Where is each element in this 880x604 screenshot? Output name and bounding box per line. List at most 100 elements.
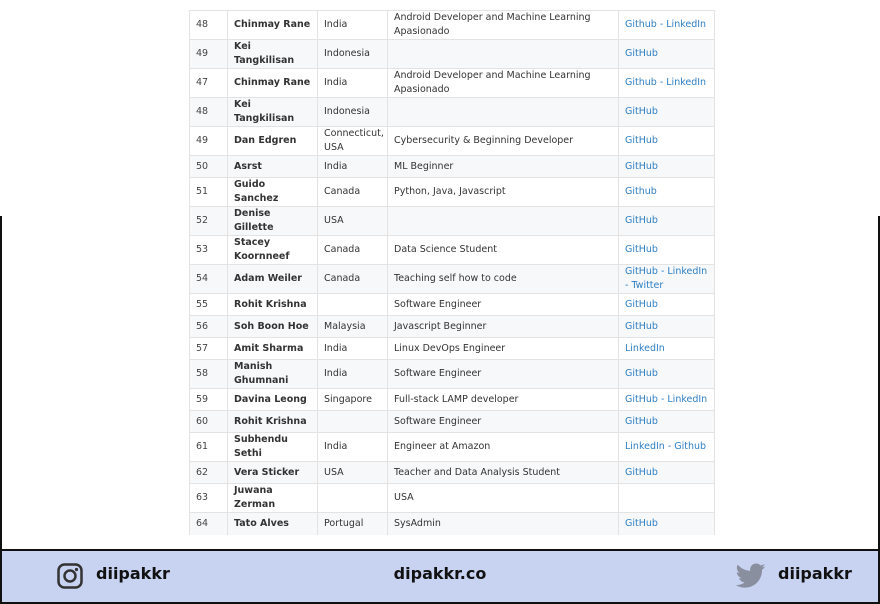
footer-banner: diipakkr dipakkr.co diipakkr [0,549,880,604]
contributor-description: Data Science Student [387,235,619,265]
table-row: 49 Dan Edgren Connecticut, USA Cybersecurit… [189,126,715,156]
contributor-links[interactable]: GitHub [618,410,715,433]
contributor-name: Dan Edgren [227,126,318,156]
contributor-links[interactable]: LinkedIn - Github [618,432,715,462]
twitter-icon[interactable] [736,563,766,589]
contributor-links[interactable]: GitHub - LinkedIn - Twitter [618,264,715,294]
contributor-location: India [317,432,388,462]
table-row: 55 Rohit Krishna Software Engineer GitHub [189,293,715,316]
contributor-name: Kei Tangkilisan [227,39,318,69]
contributor-location: Canada [317,235,388,265]
contributor-name: Soh Boon Hoe [227,315,318,338]
contributor-name: Kei Tangkilisan [227,97,318,127]
contributor-name: Davina Leong [227,388,318,411]
contributor-location [317,483,388,513]
contributor-links[interactable]: GitHub [618,97,715,127]
contributor-links[interactable]: GitHub [618,126,715,156]
table-row: 56 Soh Boon Hoe Malaysia Javascript Beginne… [189,315,715,338]
contributor-description: Software Engineer [387,410,619,433]
contributor-location: USA [317,461,388,484]
contributor-location: India [317,155,388,178]
contributor-location [317,410,388,433]
frame-left-border [0,216,2,550]
table-row: 60 Rohit Krishna Software Engineer GitHub [189,410,715,433]
table-row: 58 Manish Ghumnani India Software Engineer G… [189,359,715,389]
contributor-name: Rohit Krishna [227,293,318,316]
contributor-description [387,97,619,127]
contributor-links[interactable]: Github [618,177,715,207]
contributor-links[interactable]: Github - LinkedIn [618,68,715,98]
contributor-name: Subhendu Sethi [227,432,318,462]
table-row: 63 Juwana Zerman USA [189,483,715,513]
row-number: 56 [189,315,228,338]
contributor-location: India [317,10,388,40]
contributor-links[interactable]: GitHub [618,206,715,236]
contributor-description: Python, Java, Javascript [387,177,619,207]
contributor-location: India [317,359,388,389]
contributor-location: Canada [317,264,388,294]
table-row: 47 Chinmay Rane India Android Developer and… [189,68,715,98]
row-number: 48 [189,97,228,127]
contributor-name: Guido Sanchez [227,177,318,207]
table-row: 52 Denise Gillette USA GitHub [189,206,715,236]
contributor-description: Android Developer and Machine Learning A… [387,68,619,98]
contributor-description: Software Engineer [387,293,619,316]
contributor-name: Manish Ghumnani [227,359,318,389]
contributor-links[interactable]: GitHub [618,359,715,389]
contributor-name: Adam Weiler [227,264,318,294]
row-number: 53 [189,235,228,265]
contributor-description: Engineer at Amazon [387,432,619,462]
table-row: 54 Adam Weiler Canada Teaching self how to … [189,264,715,294]
row-number: 58 [189,359,228,389]
contributor-location: Portugal [317,512,388,535]
contributor-links[interactable]: GitHub - LinkedIn [618,388,715,411]
row-number: 54 [189,264,228,294]
contributor-name: Chinmay Rane [227,10,318,40]
table-row: 61 Subhendu Sethi India Engineer at Amazon L… [189,432,715,462]
table-row: 48 Kei Tangkilisan Indonesia GitHub [189,97,715,127]
contributor-description: Android Developer and Machine Learning A… [387,10,619,40]
contributors-table: 48 Chinmay Rane India Android Developer and… [189,10,715,535]
contributors-table-wrap: 48 Chinmay Rane India Android Developer and… [189,10,715,535]
table-row: 50 Asrst India ML Beginner GitHub [189,155,715,178]
table-row: 64 Tato Alves Portugal SysAdmin GitHub [189,512,715,535]
table-row: 49 Kei Tangkilisan Indonesia GitHub [189,39,715,69]
twitter-handle[interactable]: diipakkr [778,564,852,583]
contributor-location: Indonesia [317,39,388,69]
contributor-location: Canada [317,177,388,207]
row-number: 51 [189,177,228,207]
contributor-links[interactable]: GitHub [618,315,715,338]
contributor-links[interactable]: Github - LinkedIn [618,10,715,40]
contributor-links[interactable]: GitHub [618,512,715,535]
row-number: 64 [189,512,228,535]
row-number: 62 [189,461,228,484]
table-row: 51 Guido Sanchez Canada Python, Java, Javas… [189,177,715,207]
contributor-links[interactable]: LinkedIn [618,337,715,360]
table-row: 62 Vera Sticker USA Teacher and Data Analys… [189,461,715,484]
contributor-description: ML Beginner [387,155,619,178]
contributor-name: Rohit Krishna [227,410,318,433]
contributor-location: Connecticut, USA [317,126,388,156]
contributor-description: Teacher and Data Analysis Student [387,461,619,484]
contributor-location: India [317,68,388,98]
contributor-links[interactable]: GitHub [618,235,715,265]
row-number: 52 [189,206,228,236]
row-number: 61 [189,432,228,462]
contributor-description: SysAdmin [387,512,619,535]
contributor-location: Malaysia [317,315,388,338]
contributor-location [317,293,388,316]
contributor-links[interactable]: GitHub [618,155,715,178]
contributor-links[interactable]: GitHub [618,39,715,69]
contributor-description: Linux DevOps Engineer [387,337,619,360]
contributor-location: India [317,337,388,360]
contributor-links[interactable]: GitHub [618,293,715,316]
contributor-name: Tato Alves [227,512,318,535]
contributor-description: Teaching self how to code [387,264,619,294]
row-number: 48 [189,10,228,40]
contributor-location: Indonesia [317,97,388,127]
contributor-links[interactable]: GitHub [618,461,715,484]
table-row: 59 Davina Leong Singapore Full-stack LAMP d… [189,388,715,411]
table-row: 48 Chinmay Rane India Android Developer and… [189,10,715,40]
table-row: 57 Amit Sharma India Linux DevOps Engineer L… [189,337,715,360]
contributor-description: Full-stack LAMP developer [387,388,619,411]
